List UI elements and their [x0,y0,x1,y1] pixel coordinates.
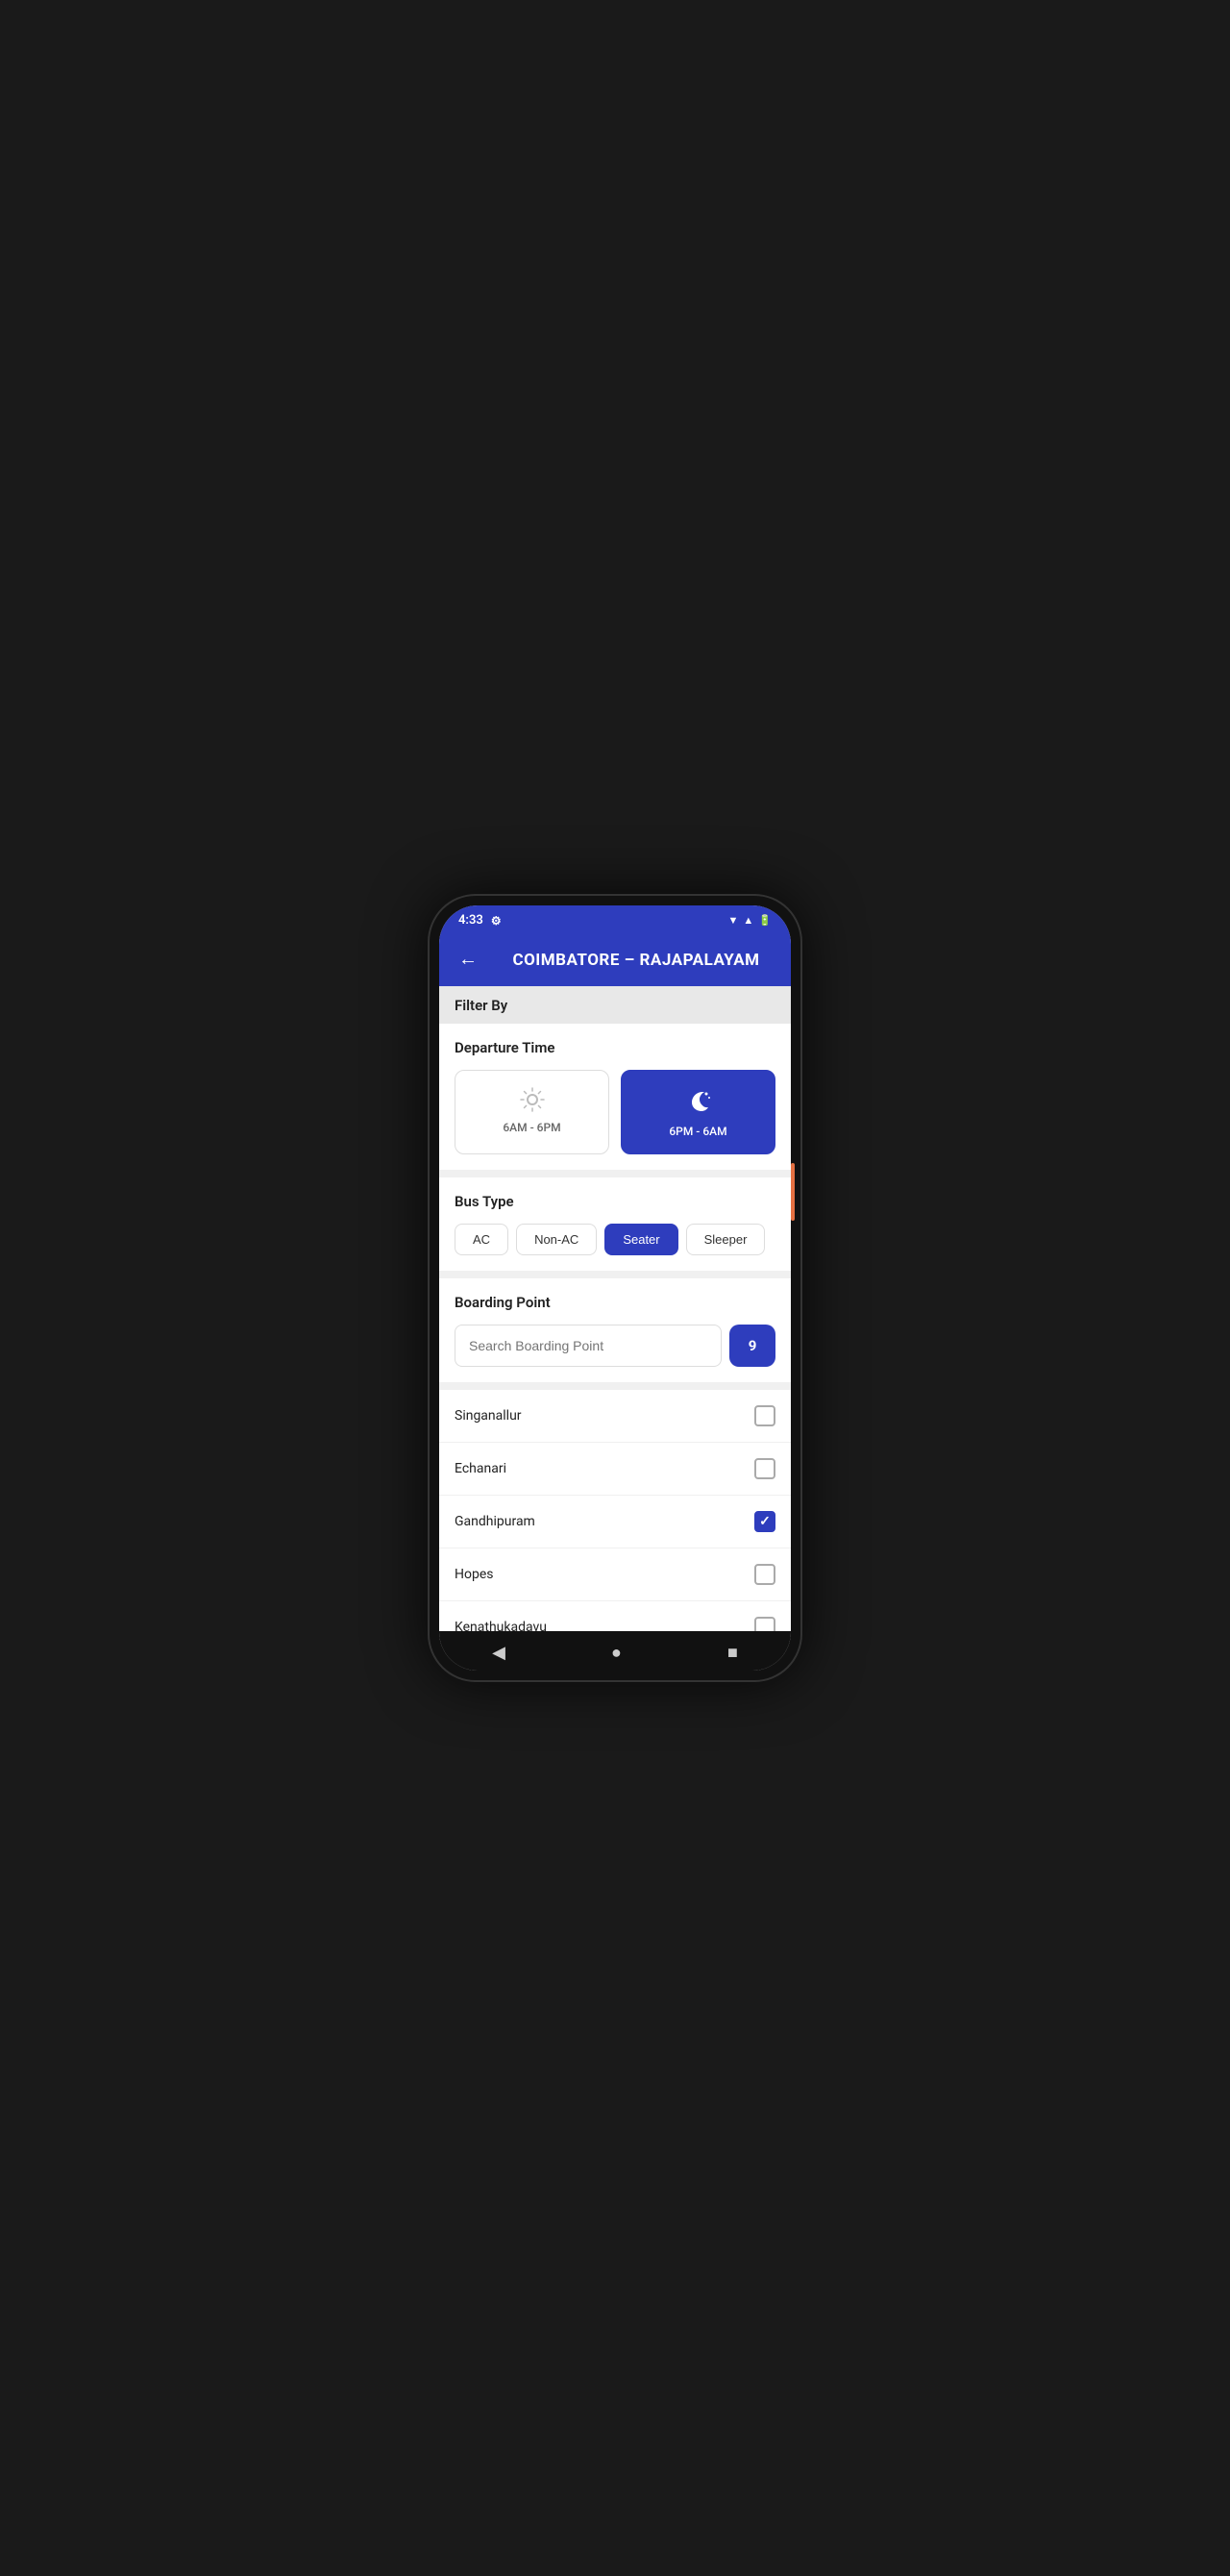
time-option-day[interactable]: 6AM - 6PM [455,1070,609,1154]
nav-bar: ◀ ● ■ [439,1631,791,1671]
boarding-checkbox-hopes[interactable] [754,1564,775,1585]
sun-icon [519,1086,546,1113]
boarding-count-badge: 9 [729,1325,775,1367]
bus-type-options: AC Non-AC Seater Sleeper [455,1224,775,1255]
boarding-item-gandhipuram: Gandhipuram [439,1496,791,1548]
boarding-item-singanallur: Singanallur [439,1390,791,1443]
boarding-name: Gandhipuram [455,1514,535,1529]
boarding-name: Kenathukadavu [455,1620,547,1631]
boarding-list: Singanallur Echanari Gandhipuram Hopes K… [439,1390,791,1631]
nav-back-button[interactable]: ◀ [492,1643,505,1663]
bus-type-section: Bus Type AC Non-AC Seater Sleeper [439,1177,791,1271]
content-area: Filter By Departure Time [439,986,791,1631]
boarding-checkbox-singanallur[interactable] [754,1405,775,1426]
side-button [791,1163,795,1221]
bus-type-ac[interactable]: AC [455,1224,508,1255]
boarding-checkbox-gandhipuram[interactable] [754,1511,775,1532]
moon-icon [685,1086,712,1117]
boarding-search-row: 9 [455,1325,775,1367]
boarding-item-kenathukadavu: Kenathukadavu [439,1601,791,1631]
search-boarding-input[interactable] [455,1325,722,1367]
signal-icon: ▲ [743,914,753,927]
boarding-name: Singanallur [455,1408,522,1424]
page-title: COIMBATORE – RAJAPALAYAM [497,951,775,970]
day-time-label: 6AM - 6PM [503,1121,560,1134]
status-bar: 4:33 ⚙ ▼ ▲ 🔋 [439,905,791,933]
time-options: 6AM - 6PM 6PM - 6AM [455,1070,775,1154]
boarding-checkbox-kenathukadavu[interactable] [754,1617,775,1631]
boarding-point-label: Boarding Point [455,1294,775,1311]
boarding-name: Echanari [455,1461,506,1476]
departure-time-label: Departure Time [455,1039,775,1056]
header: ← COIMBATORE – RAJAPALAYAM [439,933,791,986]
night-time-label: 6PM - 6AM [669,1125,726,1138]
gear-icon: ⚙ [491,914,502,928]
filter-by-bar: Filter By [439,986,791,1024]
departure-time-section: Departure Time [439,1024,791,1170]
boarding-name: Hopes [455,1567,493,1582]
bus-type-sleeper[interactable]: Sleeper [686,1224,766,1255]
boarding-item-echanari: Echanari [439,1443,791,1496]
time-option-night[interactable]: 6PM - 6AM [621,1070,775,1154]
nav-home-button[interactable]: ● [611,1643,622,1663]
nav-recents-button[interactable]: ■ [727,1643,738,1663]
bus-type-label: Bus Type [455,1193,775,1210]
back-button[interactable]: ← [455,945,481,975]
bus-type-non-ac[interactable]: Non-AC [516,1224,597,1255]
boarding-item-hopes: Hopes [439,1548,791,1601]
bus-type-seater[interactable]: Seater [604,1224,677,1255]
status-time: 4:33 [458,913,483,928]
wifi-icon: ▼ [728,914,739,927]
battery-icon: 🔋 [758,914,772,927]
filter-by-label: Filter By [455,997,507,1014]
boarding-point-section: Boarding Point 9 [439,1278,791,1382]
boarding-checkbox-echanari[interactable] [754,1458,775,1479]
